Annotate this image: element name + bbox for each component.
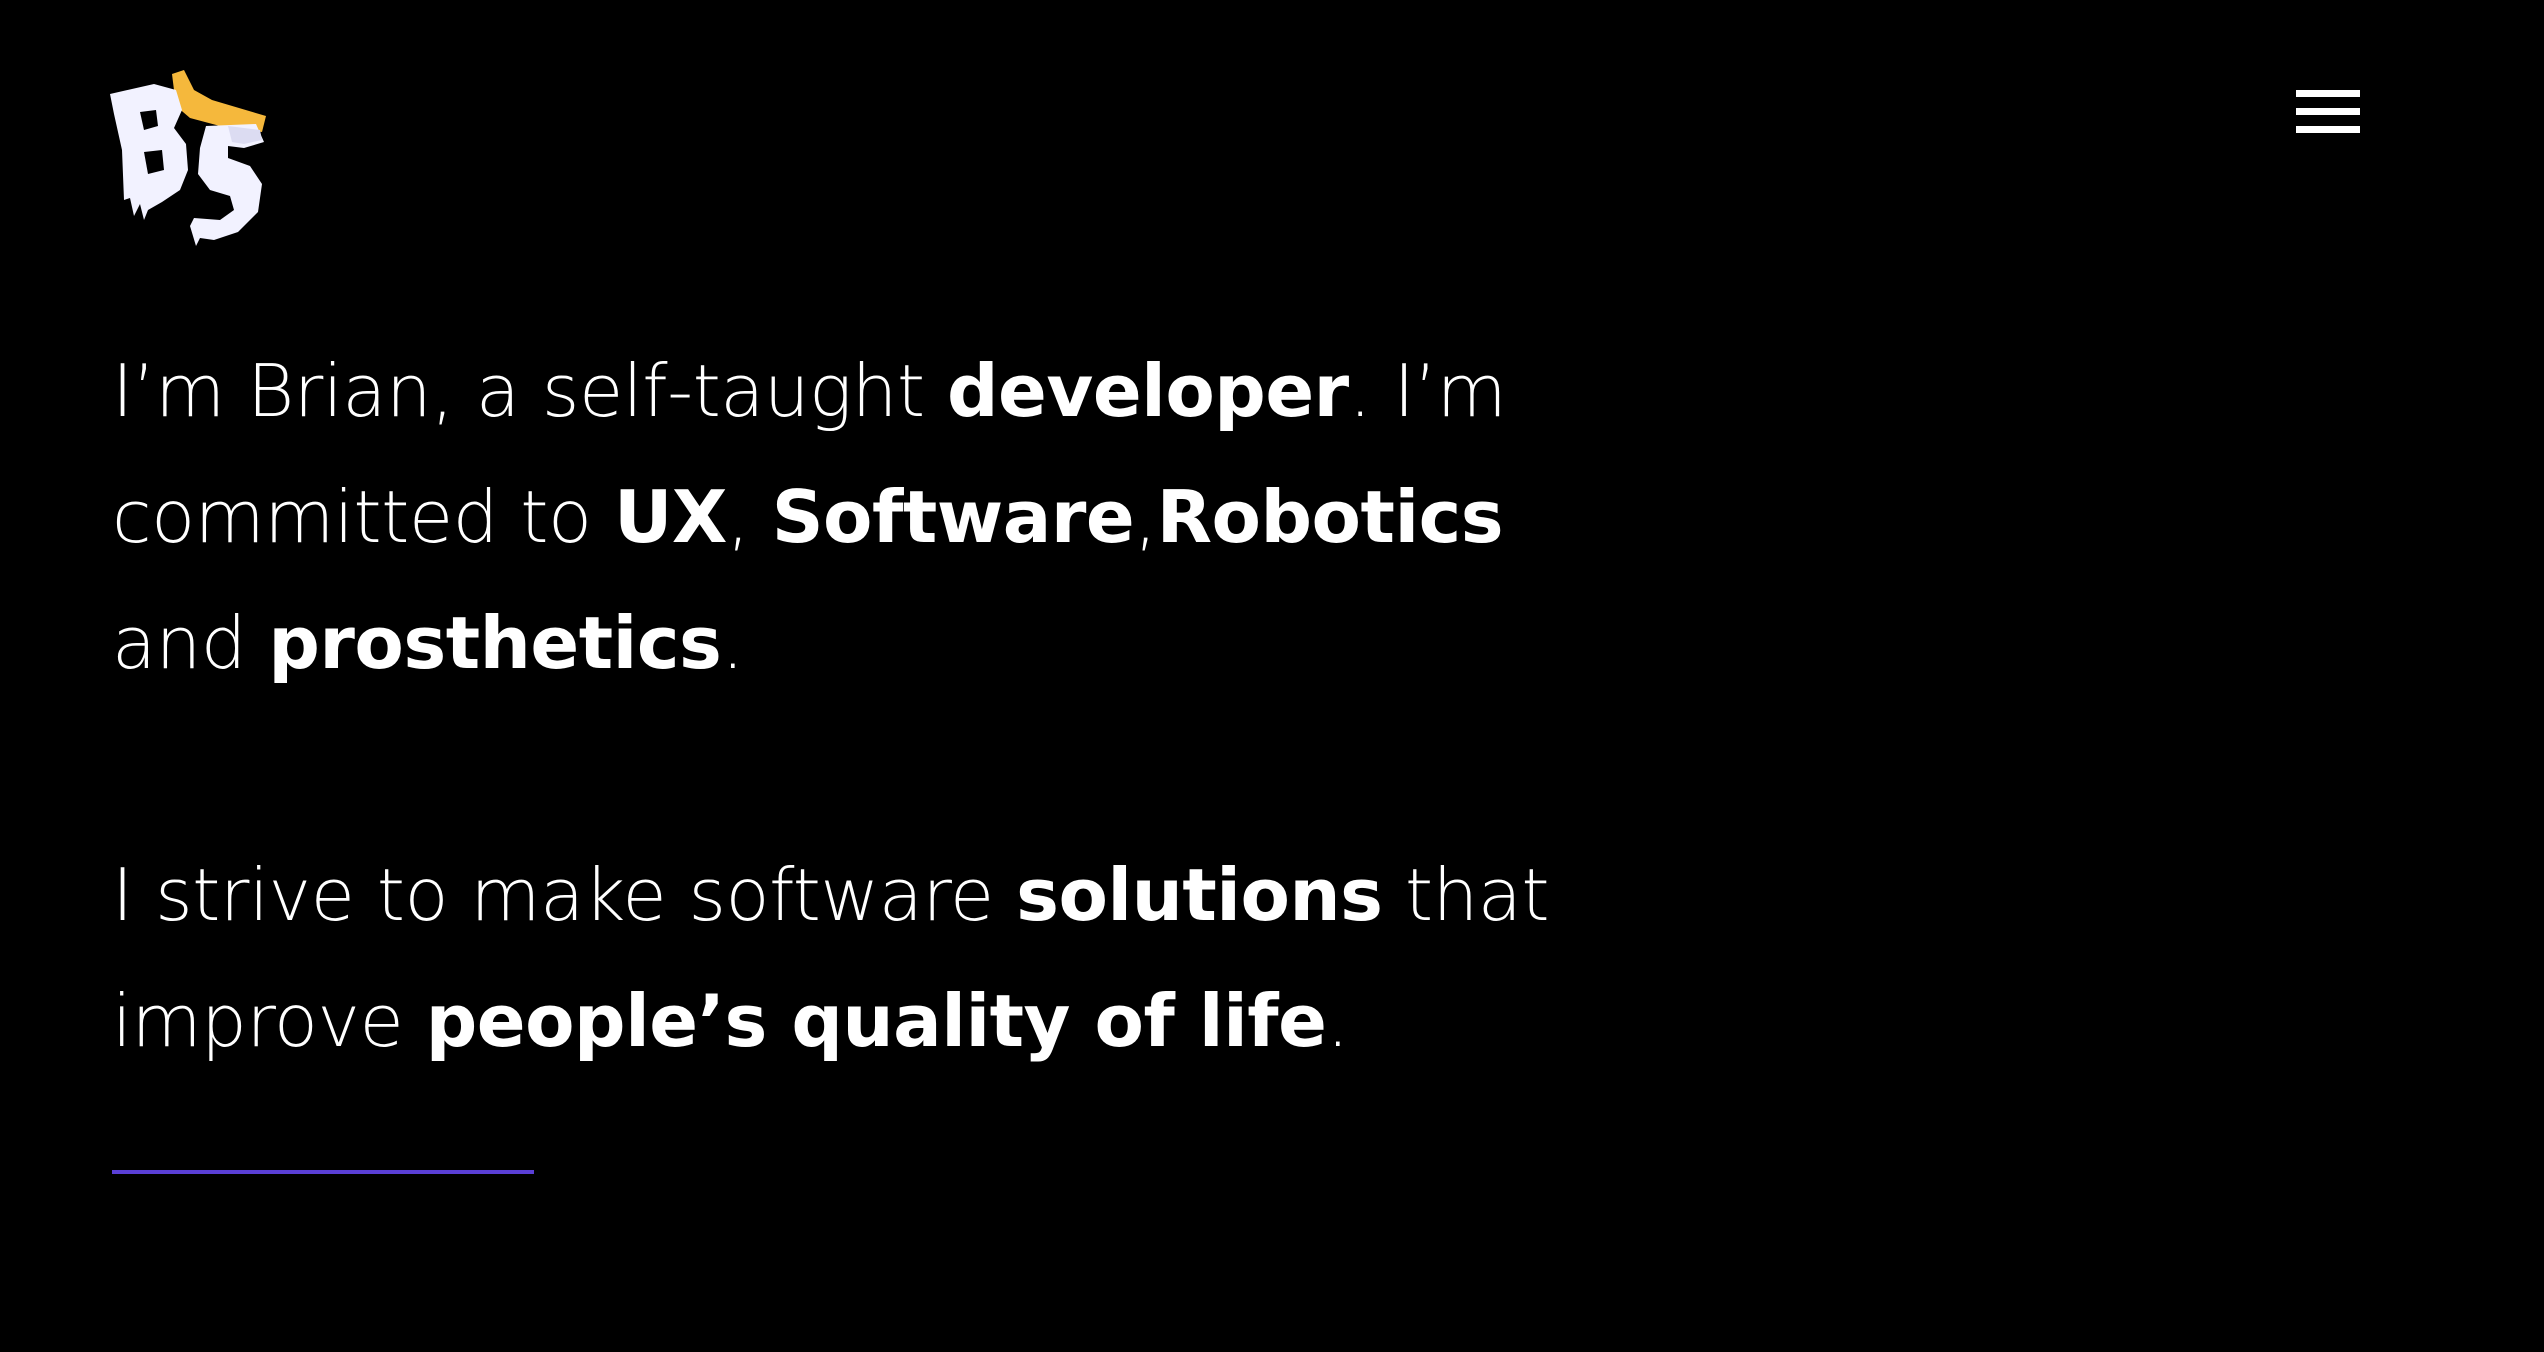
mission-highlight-solutions: solutions <box>1016 853 1383 937</box>
intro-highlight-ux: UX <box>613 475 727 559</box>
site-logo[interactable] <box>110 70 270 246</box>
intro-text: , <box>1134 475 1157 559</box>
page: I’m Brian, a self-taught developer. I’m … <box>0 0 2544 1352</box>
intro-text: , <box>726 475 772 559</box>
mission-text: . <box>1326 979 1349 1063</box>
intro-highlight-developer: developer <box>947 349 1349 433</box>
intro-paragraph: I’m Brian, a self-taught developer. I’m … <box>112 328 1652 706</box>
mission-text: I strive to make software <box>112 853 1017 937</box>
intro-highlight-robotics: Robotics <box>1156 475 1504 559</box>
intro-text: . <box>721 601 744 685</box>
intro-text: I’m Brian, a self-taught <box>112 349 948 433</box>
intro-highlight-software: Software <box>771 475 1135 559</box>
intro-text: and <box>112 601 269 685</box>
intro-highlight-prosthetics: prosthetics <box>268 601 722 685</box>
hamburger-menu-icon <box>2296 90 2360 133</box>
bs-monogram-logo-icon <box>110 70 266 246</box>
accent-divider <box>112 1170 534 1174</box>
menu-button[interactable] <box>2296 88 2360 136</box>
mission-paragraph: I strive to make software solutions that… <box>112 832 1652 1084</box>
mission-highlight-quality-of-life: people’s quality of life <box>425 979 1327 1063</box>
